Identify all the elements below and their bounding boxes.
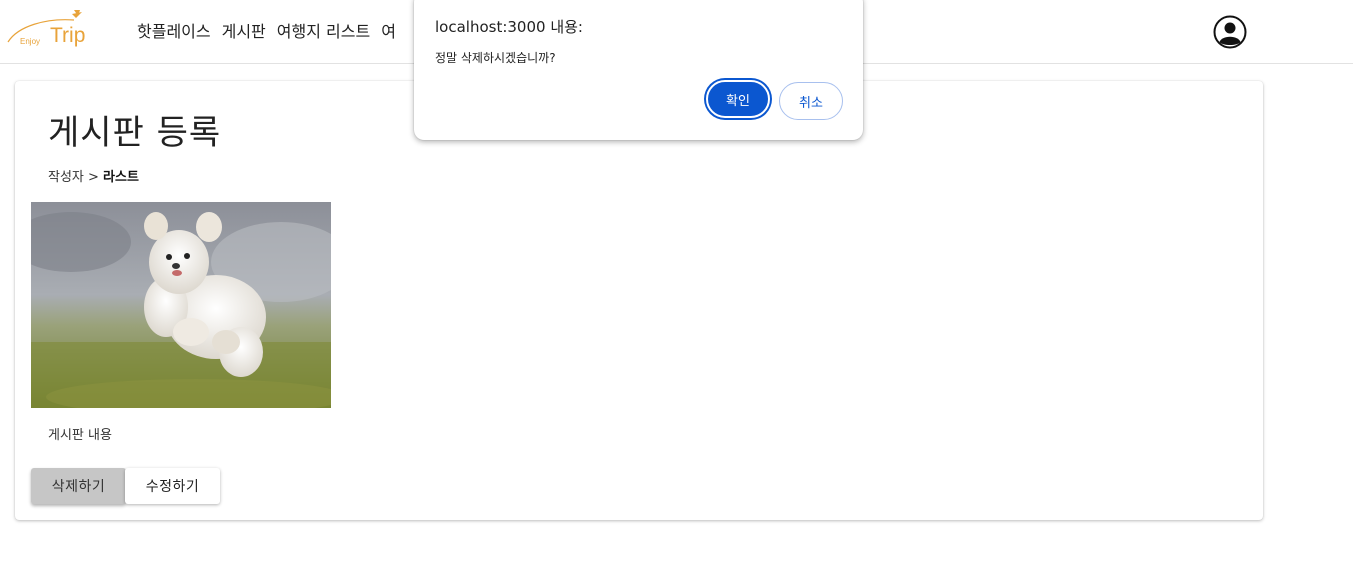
enjoytrip-logo[interactable]: Enjoy Trip: [6, 6, 90, 50]
edit-button[interactable]: 수정하기: [125, 468, 220, 504]
nav-item-hotplace[interactable]: 핫플레이스: [137, 18, 211, 42]
nav-item-partial[interactable]: 여: [381, 18, 396, 42]
author-line: 작성자 > 라스트: [48, 166, 139, 185]
author-label: 작성자 >: [48, 170, 99, 185]
author-name: 라스트: [103, 170, 139, 185]
nav-item-board[interactable]: 게시판: [222, 18, 266, 42]
dialog-message: 정말 삭제하시겠습니까?: [435, 51, 556, 65]
dialog-ok-button[interactable]: 확인: [706, 80, 770, 118]
page-title: 게시판 등록: [48, 113, 222, 153]
main-nav: 핫플레이스 게시판 여행지 리스트 여: [137, 18, 407, 42]
post-content: 게시판 내용: [48, 428, 112, 443]
confirm-dialog: localhost:3000 내용: 정말 삭제하시겠습니까? 확인 취소: [414, 0, 863, 140]
dialog-title: localhost:3000 내용:: [435, 18, 583, 36]
logo-big-text: Trip: [50, 24, 86, 47]
post-card: 게시판 등록 작성자 > 라스트 게시판 내용 삭제하기 수정하기: [15, 81, 1263, 520]
logo-small-text: Enjoy: [20, 37, 41, 46]
post-image: [31, 202, 331, 408]
dialog-cancel-button[interactable]: 취소: [779, 82, 843, 120]
nav-item-travel-list[interactable]: 여행지 리스트: [277, 18, 370, 42]
delete-button[interactable]: 삭제하기: [31, 468, 126, 504]
user-avatar-icon[interactable]: [1213, 15, 1247, 49]
